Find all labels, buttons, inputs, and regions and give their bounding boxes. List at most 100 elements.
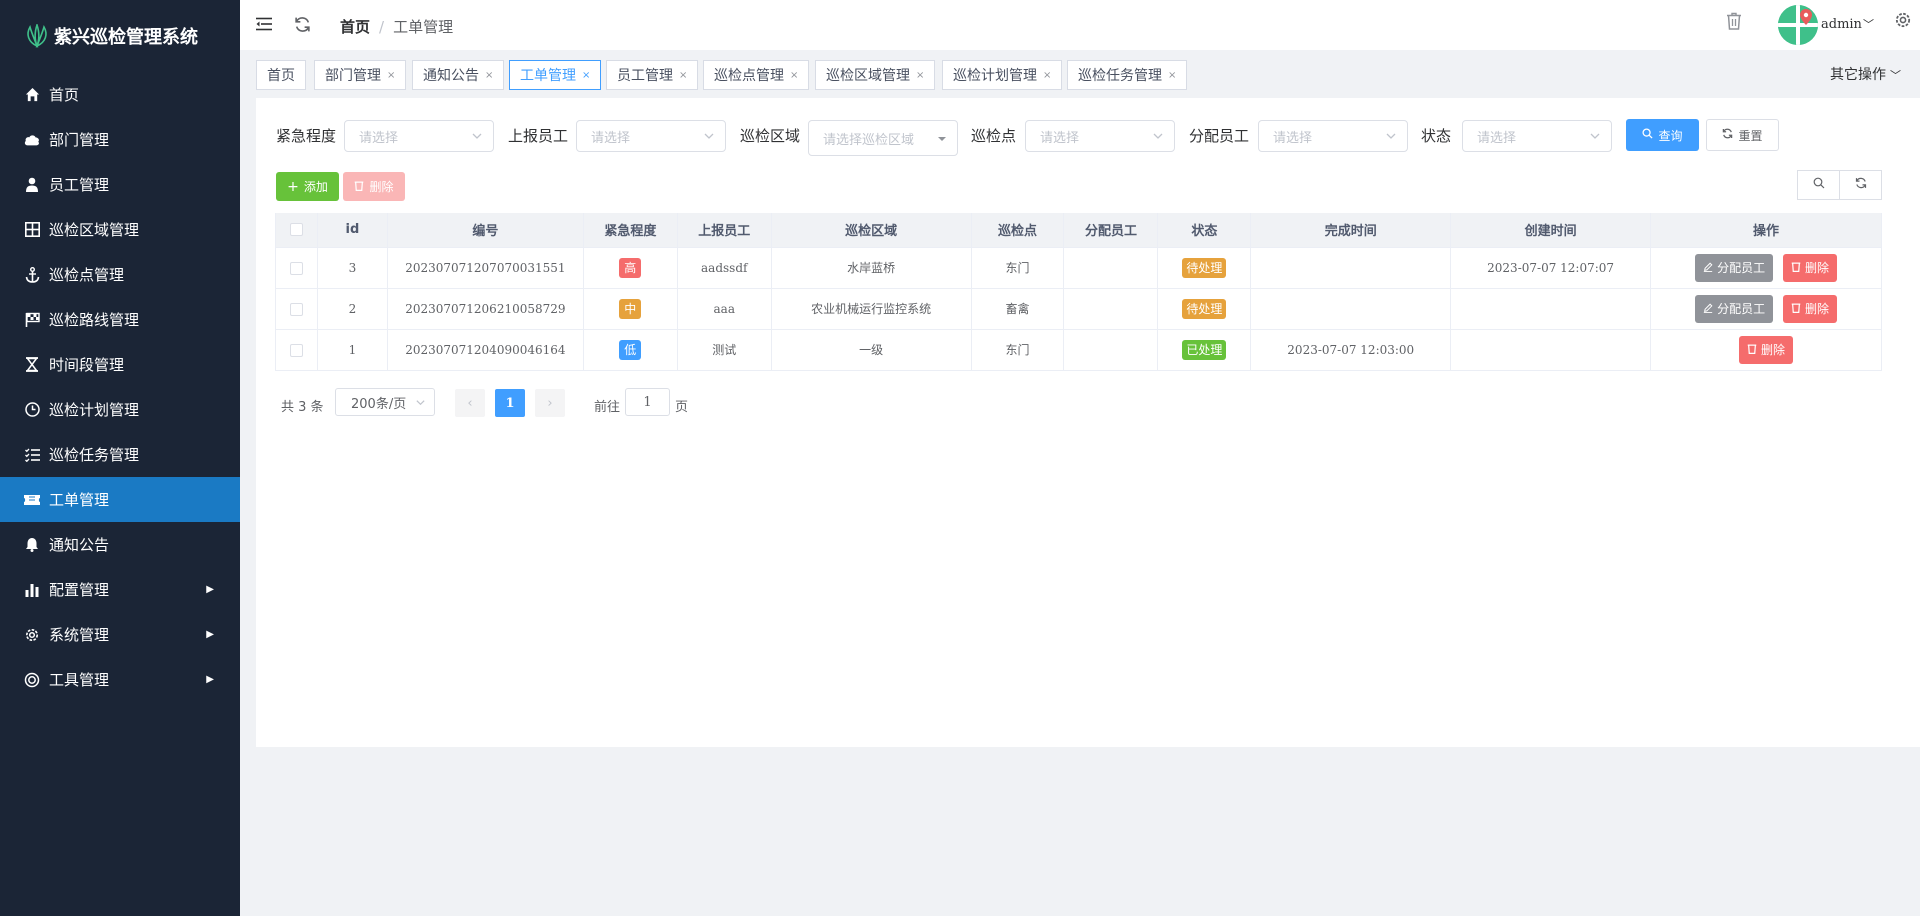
close-icon[interactable]: × [1043, 70, 1051, 81]
avatar[interactable] [1778, 5, 1818, 45]
tag-workorder[interactable]: 工单管理 × [509, 60, 602, 90]
add-button[interactable]: + 添加 [276, 172, 339, 201]
sidebar-item-label: 工具管理 [49, 671, 110, 689]
tag-notice[interactable]: 通知公告 × [412, 60, 505, 90]
delete-label: 删除 [1804, 302, 1829, 316]
cell-urgency: 高 [583, 247, 678, 289]
sidebar-item-department[interactable]: 部门管理 [0, 117, 240, 162]
refresh-icon [1722, 128, 1733, 142]
next-page-button[interactable]: › [535, 389, 565, 417]
goto-page-input[interactable]: 1 [625, 388, 670, 416]
status-select[interactable]: 请选择 [1462, 120, 1612, 152]
chevron-down-icon [1589, 130, 1601, 146]
tag-point[interactable]: 巡检点管理 × [703, 60, 810, 90]
app-title: 紫兴巡检管理系统 [54, 27, 198, 48]
sidebar-item-config[interactable]: 配置管理 ▶ [0, 567, 240, 612]
trash-icon[interactable] [1726, 12, 1742, 34]
refresh-table-button[interactable] [1839, 170, 1882, 200]
tag-home[interactable]: 首页 [256, 60, 306, 90]
chevron-right-icon: › [547, 395, 553, 411]
add-label: 添加 [303, 180, 328, 194]
cell-assignee [1063, 247, 1159, 289]
other-operations-dropdown[interactable]: 其它操作 ﹀ [1830, 64, 1901, 84]
username-dropdown[interactable]: admin﹀ [1821, 16, 1874, 32]
row-checkbox[interactable] [289, 302, 303, 316]
assign-employee-button[interactable]: 分配员工 [1695, 294, 1774, 323]
delete-row-button[interactable]: 删除 [1782, 253, 1837, 282]
toggle-search-button[interactable] [1797, 170, 1840, 200]
cell-area: 一级 [771, 329, 972, 371]
assignee-label: 分配员工 [1189, 127, 1250, 145]
assignee-select[interactable]: 请选择 [1258, 120, 1408, 152]
reporter-select[interactable]: 请选择 [576, 120, 726, 152]
row-checkbox[interactable] [289, 343, 303, 357]
hamburger-icon[interactable] [256, 17, 272, 35]
sidebar-item-task[interactable]: 巡检任务管理 [0, 432, 240, 477]
status-badge: 已处理 [1182, 339, 1227, 360]
tag-employee[interactable]: 员工管理 × [606, 60, 699, 90]
sidebar-item-point[interactable]: 巡检点管理 [0, 252, 240, 297]
cell-assignee [1063, 329, 1159, 371]
sidebar-item-home[interactable]: 首页 [0, 72, 240, 117]
clock-icon [24, 402, 40, 418]
username-label: admin [1821, 17, 1862, 32]
select-all-checkbox[interactable] [289, 223, 303, 237]
breadcrumb-home[interactable]: 首页 [340, 18, 370, 36]
settings-gear-icon[interactable] [1894, 11, 1912, 33]
close-icon[interactable]: × [387, 70, 395, 81]
close-icon[interactable]: × [485, 70, 493, 81]
close-icon[interactable]: × [679, 70, 687, 81]
reporter-label: 上报员工 [508, 127, 569, 145]
close-icon[interactable]: × [916, 70, 924, 81]
cell-reporter: 测试 [677, 329, 772, 371]
prev-page-button[interactable]: ‹ [455, 389, 485, 417]
table-header-row: id 编号 紧急程度 上报员工 巡检区域 巡检点 分配员工 状态 完成时间 创建… [275, 213, 1882, 248]
sidebar-item-label: 巡检计划管理 [49, 401, 140, 419]
close-icon[interactable]: × [790, 70, 798, 81]
edit-icon [1703, 261, 1713, 275]
sidebar-item-route[interactable]: 巡检路线管理 [0, 297, 240, 342]
sidebar-item-timeslot[interactable]: 时间段管理 [0, 342, 240, 387]
goto-suffix: 页 [675, 400, 689, 415]
reset-button[interactable]: 重置 [1706, 119, 1779, 151]
tag-plan[interactable]: 巡检计划管理 × [942, 60, 1063, 90]
sidebar-item-label: 员工管理 [49, 176, 110, 194]
point-select[interactable]: 请选择 [1025, 120, 1175, 152]
refresh-icon[interactable] [294, 16, 311, 37]
assign-employee-button[interactable]: 分配员工 [1695, 253, 1774, 282]
sidebar-item-notice[interactable]: 通知公告 [0, 522, 240, 567]
other-operations-label: 其它操作 [1830, 67, 1886, 83]
tag-area[interactable]: 巡检区域管理 × [815, 60, 936, 90]
sidebar-item-employee[interactable]: 员工管理 [0, 162, 240, 207]
sidebar-item-plan[interactable]: 巡检计划管理 [0, 387, 240, 432]
tag-task[interactable]: 巡检任务管理 × [1067, 60, 1188, 90]
trash-icon [1747, 343, 1757, 357]
delete-button[interactable]: 删除 [343, 172, 405, 201]
close-icon[interactable]: × [1168, 70, 1176, 81]
cell-created [1450, 329, 1652, 371]
row-checkbox[interactable] [289, 261, 303, 275]
close-icon[interactable]: × [582, 70, 590, 81]
table-row: 3 20230707120707003155​1 高 aadssdf 水岸蓝桥 … [275, 247, 1882, 289]
area-select[interactable]: 请选择巡检区域 [808, 120, 958, 156]
page-number-current[interactable]: 1 [495, 389, 525, 417]
sidebar-item-area[interactable]: 巡检区域管理 [0, 207, 240, 252]
cell-actions: 分配员工 删除 [1650, 288, 1882, 330]
tag-label: 首页 [267, 68, 295, 84]
breadcrumb-separator: / [379, 18, 385, 36]
app-logo[interactable]: 紫兴巡检管理系统 [0, 0, 240, 72]
sidebar-item-tools[interactable]: 工具管理 ▶ [0, 657, 240, 702]
column-header-select [275, 213, 318, 248]
query-button[interactable]: 查询 [1626, 119, 1699, 151]
tag-label: 部门管理 [325, 68, 381, 84]
sidebar-item-workorder[interactable]: 工单管理 [0, 477, 240, 522]
chevron-down-icon [471, 130, 483, 146]
page-size-select[interactable]: 200条/页 [335, 388, 435, 416]
tag-department[interactable]: 部门管理 × [314, 60, 407, 90]
delete-row-button[interactable]: 删除 [1739, 335, 1794, 364]
urgency-select[interactable]: 请选择 [344, 120, 494, 152]
cell-code: 20230707120621005872​9 [387, 288, 584, 330]
sidebar-item-system[interactable]: 系统管理 ▶ [0, 612, 240, 657]
delete-row-button[interactable]: 删除 [1782, 294, 1837, 323]
flag-icon [24, 312, 40, 328]
